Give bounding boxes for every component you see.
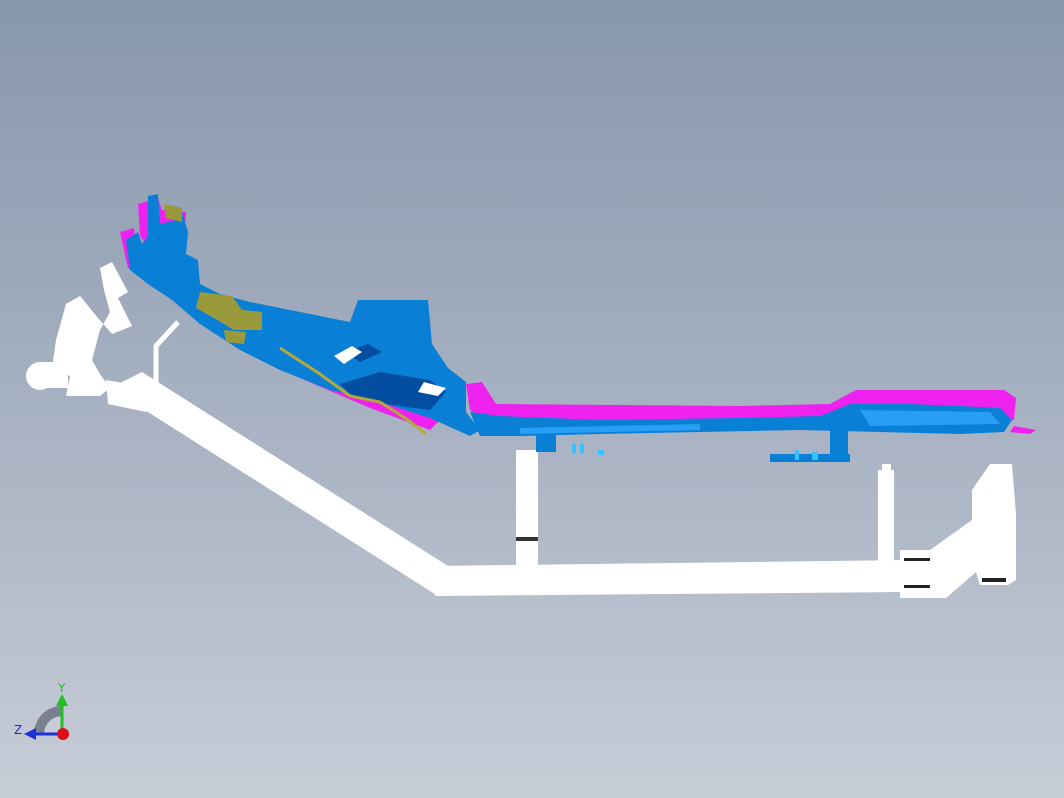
fixture-right-post[interactable] (878, 470, 894, 562)
fixture-rod[interactable] (153, 320, 180, 388)
fixture-middle-post[interactable] (516, 450, 538, 566)
z-axis-label: Z (14, 723, 22, 737)
x-axis-dot (57, 728, 69, 740)
fixture-right-end[interactable] (930, 464, 1016, 598)
axis-triad-icon: Y Z (14, 681, 69, 740)
3d-viewport[interactable]: Y Z (0, 0, 1064, 798)
fixture-bottom-beam[interactable] (435, 560, 905, 596)
y-axis-label: Y (57, 681, 66, 695)
blue-bracket-left[interactable] (536, 432, 556, 452)
